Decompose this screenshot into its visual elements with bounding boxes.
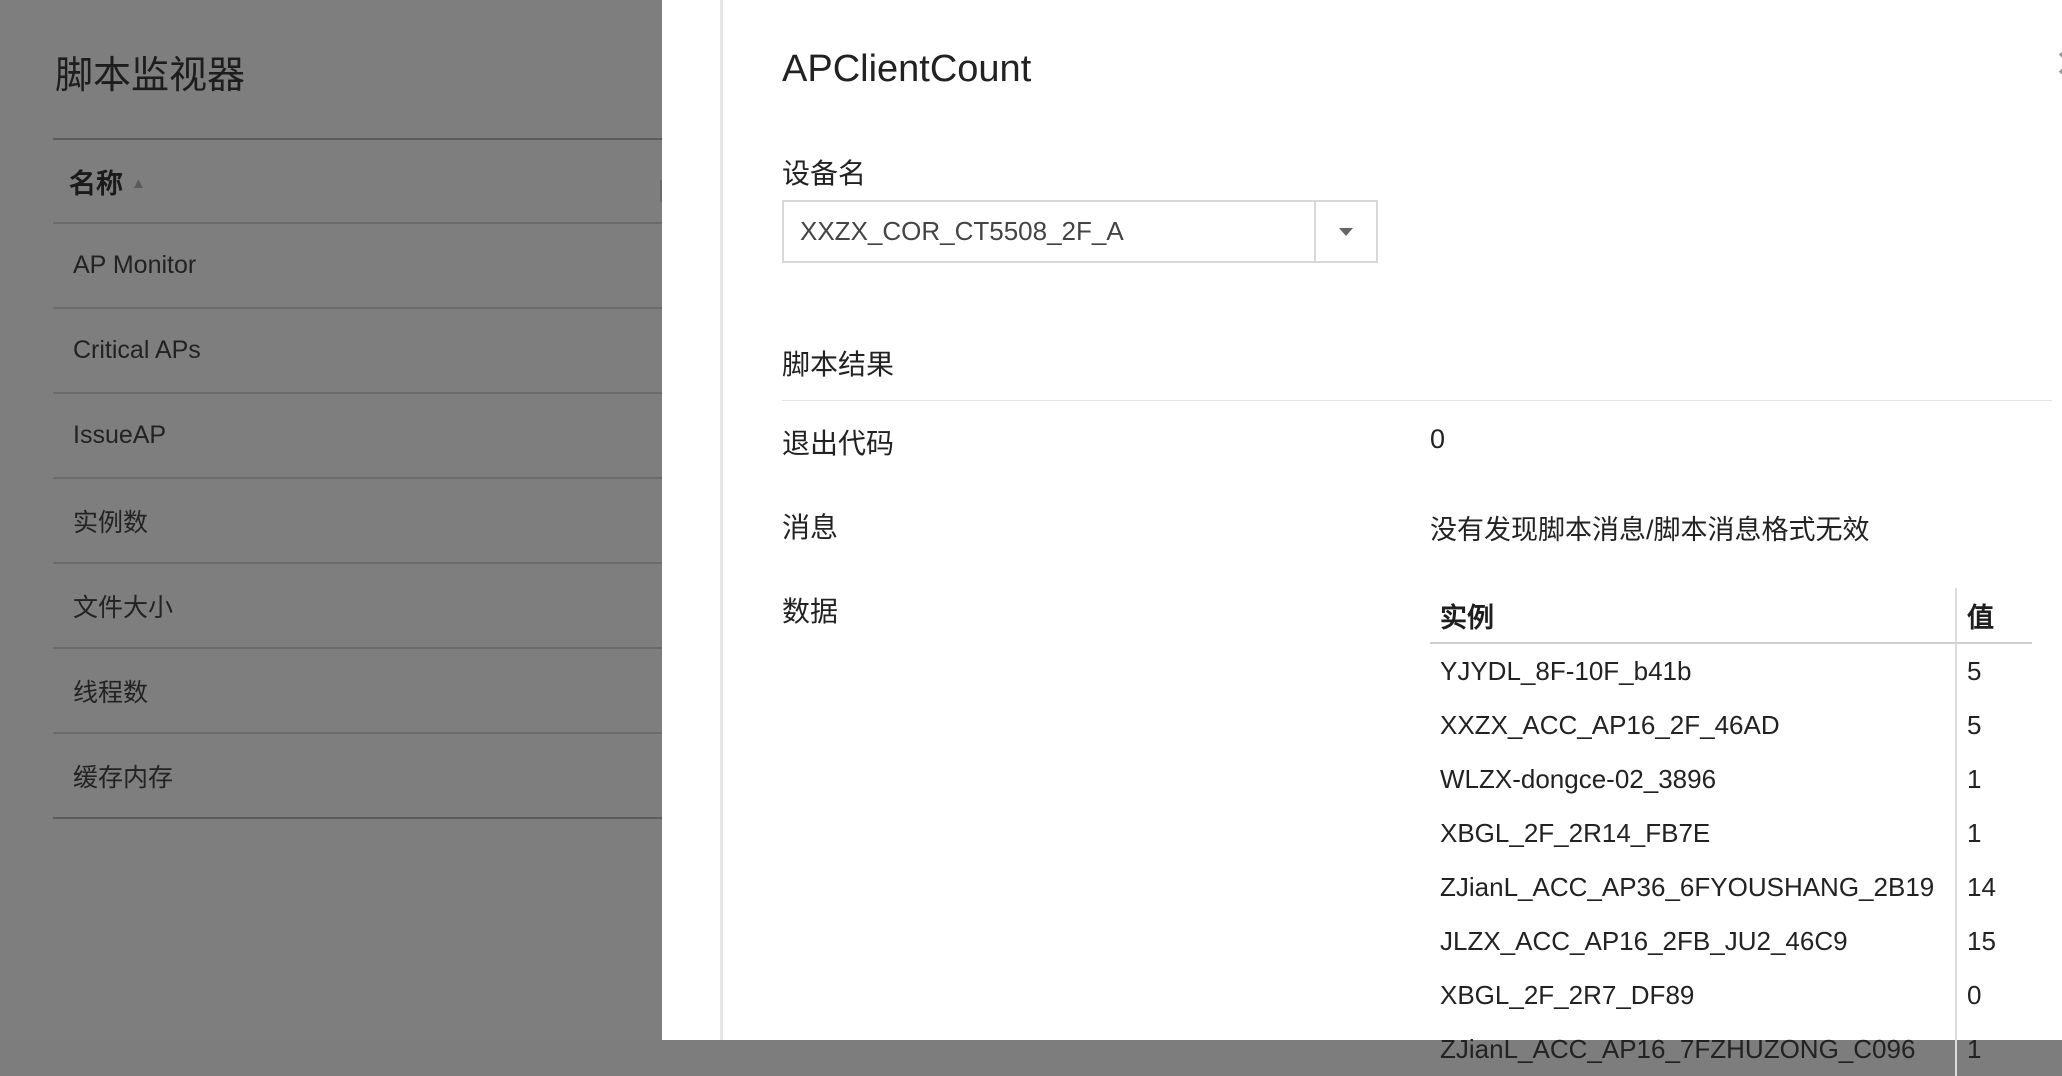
drawer-divider: [720, 0, 723, 1040]
table-row: ZJianL_ACC_AP36_6FYOUSHANG_2B19 14: [1430, 860, 2032, 914]
table-header-row: 实例 值: [1430, 588, 2032, 644]
device-select-toggle[interactable]: [1314, 202, 1376, 261]
value-cell: 15: [1967, 925, 1996, 956]
table-row[interactable]: Critical APs: [53, 309, 662, 394]
instance-cell: XBGL_2F_2R7_DF89: [1430, 968, 1957, 1022]
monitor-table: 名称 ▲ AP Monitor Critical APs IssueAP 实例数…: [53, 138, 662, 819]
table-row: YJYDL_8F-10F_b41b 5: [1430, 643, 2032, 698]
page-title: 脚本监视器: [55, 55, 246, 97]
instance-cell: XBGL_2F_2R14_FB7E: [1430, 806, 1957, 860]
section-title: 脚本结果: [782, 349, 895, 380]
table-row: WLZX-dongce-02_3896 1: [1430, 752, 2032, 806]
column-header-value: 值: [1956, 588, 2032, 644]
message-label: 消息: [782, 512, 839, 543]
table-row[interactable]: 缓存内存: [53, 734, 662, 819]
device-label: 设备名: [782, 158, 867, 189]
details-drawer: ✕ APClientCount 设备名 XXZX_COR_CT5508_2F_A…: [662, 0, 2062, 1076]
column-header-name[interactable]: 名称 ▲: [53, 138, 662, 224]
instance-cell: ZJianL_ACC_AP36_6FYOUSHANG_2B19: [1430, 860, 1957, 914]
table-row: XBGL_2F_2R14_FB7E 1: [1430, 806, 2032, 860]
value-cell: 1: [1967, 817, 1982, 848]
table-row[interactable]: 线程数: [53, 649, 662, 734]
table-row[interactable]: AP Monitor: [53, 224, 662, 309]
instance-cell: ZJianL_ACC_AP16_7FZHUZONG_C096: [1430, 1022, 1957, 1076]
device-select[interactable]: XXZX_COR_CT5508_2F_A: [782, 200, 1378, 263]
table-row: XXZX_ACC_AP16_2F_46AD 5: [1430, 698, 2032, 752]
instance-cell: XXZX_ACC_AP16_2F_46AD: [1430, 698, 1957, 752]
table-row[interactable]: 实例数: [53, 479, 662, 564]
table-row: ZJianL_ACC_AP16_7FZHUZONG_C096 1: [1430, 1022, 2032, 1076]
value-cell: 5: [1967, 709, 1982, 740]
instance-cell: YJYDL_8F-10F_b41b: [1430, 643, 1957, 698]
column-header-instance: 实例: [1430, 588, 1957, 644]
table-row: XBGL_2F_2R7_DF89 0: [1430, 968, 2032, 1022]
table-row[interactable]: IssueAP: [53, 394, 662, 479]
drawer-title: APClientCount: [782, 48, 1032, 90]
exit-code-value: 0: [1430, 424, 1446, 454]
column-header-label: 名称: [69, 168, 123, 199]
value-cell: 0: [1967, 979, 1982, 1010]
value-cell: 1: [1967, 763, 1982, 794]
chevron-down-icon: [1339, 227, 1353, 236]
sort-asc-icon[interactable]: ▲: [131, 175, 146, 192]
close-icon[interactable]: ✕: [2054, 46, 2062, 84]
message-value: 没有发现脚本消息/脚本消息格式无效: [1430, 515, 1870, 545]
data-label: 数据: [782, 596, 839, 627]
value-cell: 14: [1967, 871, 1996, 902]
value-cell: 5: [1967, 655, 1982, 686]
device-select-value[interactable]: XXZX_COR_CT5508_2F_A: [784, 202, 1314, 261]
instance-cell: WLZX-dongce-02_3896: [1430, 752, 1957, 806]
table-row: JLZX_ACC_AP16_2FB_JU2_46C9 15: [1430, 914, 2032, 968]
exit-code-label: 退出代码: [782, 428, 895, 459]
divider: [782, 400, 2052, 401]
data-table: 实例 值 YJYDL_8F-10F_b41b 5 XXZX_ACC_AP16_2F…: [1430, 588, 2032, 1076]
instance-cell: JLZX_ACC_AP16_2FB_JU2_46C9: [1430, 914, 1957, 968]
background-page: 脚本监视器 名称 ▲ AP Monitor Critical APs Issue…: [0, 0, 662, 1040]
value-cell: 1: [1967, 1033, 1982, 1064]
table-row[interactable]: 文件大小: [53, 564, 662, 649]
